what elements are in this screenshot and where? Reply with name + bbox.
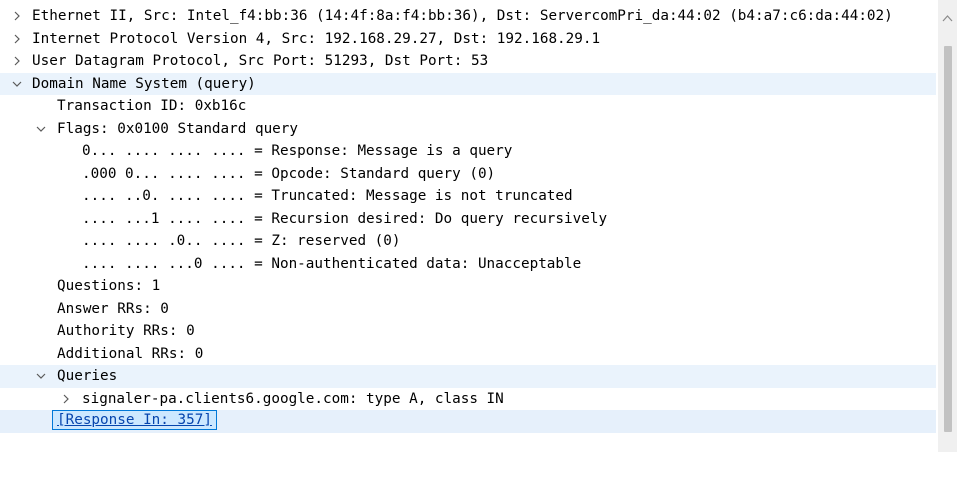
scrollbar-thumb[interactable] (944, 46, 952, 432)
tree-row-label: Internet Protocol Version 4, Src: 192.16… (32, 30, 601, 47)
tree-row-label: .... .... .0.. .... = Z: reserved (0) (82, 233, 401, 249)
tree-row-label: .... ...1 .... .... = Recursion desired:… (82, 210, 608, 227)
tree-row-questions[interactable]: Questions: 1 (0, 275, 936, 298)
tree-row-label: Flags: 0x0100 Standard query (57, 120, 299, 137)
tree-row-authority-rrs[interactable]: Authority RRs: 0 (0, 320, 936, 343)
tree-row-udp[interactable]: User Datagram Protocol, Src Port: 51293,… (0, 50, 936, 73)
chevron-down-icon[interactable] (34, 118, 48, 141)
tree-row-ethernet[interactable]: Ethernet II, Src: Intel_f4:bb:36 (14:4f:… (0, 5, 936, 28)
vertical-scrollbar[interactable] (938, 0, 957, 452)
tree-row-label: Ethernet II, Src: Intel_f4:bb:36 (14:4f:… (32, 8, 893, 24)
tree-row-label: Additional RRs: 0 (57, 345, 204, 362)
tree-row-queries[interactable]: Queries (0, 365, 936, 388)
tree-row-dns[interactable]: Domain Name System (query) (0, 72, 936, 96)
tree-row-label: 0... .... .... .... = Response: Message … (82, 143, 513, 159)
tree-row-label: Domain Name System (query) (32, 75, 256, 92)
tree-row-label: Authority RRs: 0 (57, 323, 195, 339)
tree-row-additional-rrs[interactable]: Additional RRs: 0 (0, 343, 936, 366)
tree-row-flag-opcode[interactable]: .000 0... .... .... = Opcode: Standard q… (0, 163, 936, 186)
tree-row-label: .... .... ...0 .... = Non-authenticated … (82, 255, 582, 272)
tree-row-response-in-link[interactable]: [Response In: 357] (0, 410, 936, 433)
chevron-right-icon[interactable] (59, 388, 73, 411)
response-in-link[interactable]: [Response In: 357] (52, 410, 217, 430)
tree-row-flags[interactable]: Flags: 0x0100 Standard query (0, 118, 936, 141)
packet-details-tree[interactable]: Ethernet II, Src: Intel_f4:bb:36 (14:4f:… (0, 5, 936, 433)
tree-row-flag-recursion[interactable]: .... ...1 .... .... = Recursion desired:… (0, 208, 936, 231)
chevron-down-icon[interactable] (10, 73, 24, 96)
tree-row-label: Questions: 1 (57, 278, 161, 294)
tree-row-transaction-id[interactable]: Transaction ID: 0xb16c (0, 95, 936, 118)
chevron-right-icon[interactable] (10, 5, 24, 28)
tree-row-label: Queries (57, 368, 118, 384)
tree-row-label: User Datagram Protocol, Src Port: 51293,… (32, 53, 489, 69)
tree-row-label: .... ..0. .... .... = Truncated: Message… (82, 188, 573, 204)
tree-row-label: Transaction ID: 0xb16c (57, 98, 247, 114)
tree-row-label: Answer RRs: 0 (57, 300, 169, 317)
tree-row-answer-rrs[interactable]: Answer RRs: 0 (0, 298, 936, 321)
chevron-right-icon[interactable] (10, 50, 24, 73)
tree-row-label: signaler-pa.clients6.google.com: type A,… (82, 390, 504, 407)
chevron-down-icon[interactable] (34, 365, 48, 388)
tree-row-label: .000 0... .... .... = Opcode: Standard q… (82, 165, 496, 182)
chevron-right-icon[interactable] (10, 28, 24, 51)
tree-row-ipv4[interactable]: Internet Protocol Version 4, Src: 192.16… (0, 28, 936, 51)
tree-row-flag-response[interactable]: 0... .... .... .... = Response: Message … (0, 140, 936, 163)
tree-row-flag-non-auth[interactable]: .... .... ...0 .... = Non-authenticated … (0, 253, 936, 276)
tree-row-flag-z[interactable]: .... .... .0.. .... = Z: reserved (0) (0, 230, 936, 253)
tree-row-query-entry[interactable]: signaler-pa.clients6.google.com: type A,… (0, 388, 936, 411)
scroll-up-arrow-icon[interactable] (942, 10, 953, 22)
tree-row-flag-truncated[interactable]: .... ..0. .... .... = Truncated: Message… (0, 185, 936, 208)
